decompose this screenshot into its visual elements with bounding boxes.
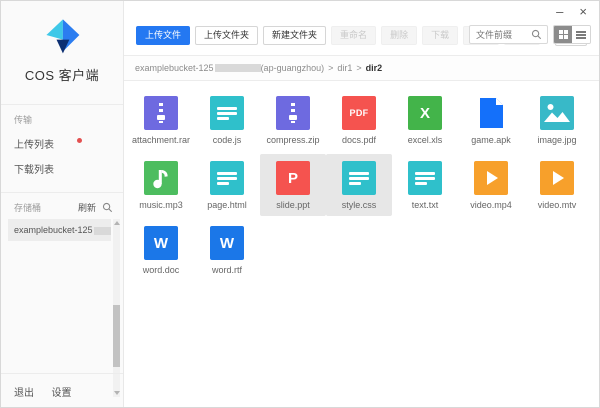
sidebar-footer: 退出 设置 [1, 373, 123, 407]
upload-activity-badge [77, 138, 82, 143]
word-w-icon: W [144, 226, 178, 260]
file-tile-word.doc[interactable]: Wword.doc [128, 219, 194, 281]
file-tile-text.txt[interactable]: text.txt [392, 154, 458, 216]
play-icon [540, 161, 574, 195]
grid-view-icon [559, 30, 568, 39]
file-name: style.css [342, 200, 377, 210]
file-tile-music.mp3[interactable]: music.mp3 [128, 154, 194, 216]
scroll-up-icon[interactable] [114, 221, 120, 225]
transfer-section-label: 传输 [1, 105, 123, 126]
list-view-button[interactable] [572, 26, 590, 43]
view-mode-toggle [553, 25, 591, 44]
document-fold-icon [474, 96, 508, 130]
file-name: excel.xls [408, 135, 443, 145]
file-tile-attachment.rar[interactable]: attachment.rar [128, 89, 194, 151]
search-input[interactable] [470, 30, 529, 40]
zipper-archive-icon [276, 96, 310, 130]
toolbar-button-delete[interactable]: 删除 [381, 26, 417, 45]
file-name: word.doc [143, 265, 180, 275]
app-title: COS 客户端 [1, 65, 123, 84]
music-note-icon [144, 161, 178, 195]
redacted-text [94, 227, 111, 235]
text-lines-icon [342, 161, 376, 195]
upload-list-label: 上传列表 [14, 140, 54, 151]
redacted-text [215, 64, 261, 72]
sidebar: COS 客户端 传输 上传列表 下载列表 存储桶 刷新 examplebucke… [1, 1, 124, 407]
breadcrumb-dir-dir1[interactable]: dir1 [337, 63, 352, 73]
file-name: game.apk [471, 135, 511, 145]
file-name: attachment.rar [132, 135, 190, 145]
file-tile-excel.xls[interactable]: Xexcel.xls [392, 89, 458, 151]
download-list-label: 下载列表 [14, 165, 54, 176]
cos-logo-icon [40, 12, 84, 58]
file-tile-slide.ppt[interactable]: Pslide.ppt [260, 154, 326, 216]
file-tile-video.mp4[interactable]: video.mp4 [458, 154, 524, 216]
file-name: video.mp4 [470, 200, 512, 210]
breadcrumb: examplebucket-125 (ap-guangzhou) > dir1 > d… [124, 55, 599, 81]
play-icon [474, 161, 508, 195]
file-name: slide.ppt [276, 200, 310, 210]
photo-icon [540, 96, 574, 130]
file-grid: attachment.rar code.js compress.zip PDF docs… [128, 89, 596, 284]
toolbar-button-download[interactable]: 下载 [422, 26, 458, 45]
file-name: page.html [207, 200, 247, 210]
file-tile-compress.zip[interactable]: compress.zip [260, 89, 326, 151]
ppt-p-icon: P [276, 161, 310, 195]
file-tile-video.mtv[interactable]: video.mtv [524, 154, 590, 216]
file-name: word.rtf [212, 265, 242, 275]
exit-button[interactable]: 退出 [14, 388, 34, 399]
word-w-icon: W [210, 226, 244, 260]
settings-button[interactable]: 设置 [51, 388, 71, 399]
minimize-button[interactable]: – [556, 4, 563, 20]
file-tile-image.jpg[interactable]: image.jpg [524, 89, 590, 151]
file-name: music.mp3 [139, 200, 183, 210]
breadcrumb-region: (ap-guangzhou) [261, 63, 325, 73]
breadcrumb-bucket[interactable]: examplebucket-125 [135, 63, 214, 73]
breadcrumb-separator: > [328, 63, 333, 73]
file-name: docs.pdf [342, 135, 376, 145]
bucket-list: examplebucket-125 [1, 219, 123, 397]
file-name: image.jpg [537, 135, 576, 145]
sidebar-item-download-list[interactable]: 下载列表 [1, 151, 123, 176]
toolbar-button-rename[interactable]: 重命名 [331, 26, 376, 45]
cos-client-window: COS 客户端 传输 上传列表 下载列表 存储桶 刷新 examplebucke… [0, 0, 600, 408]
bucket-refresh-button[interactable]: 刷新 [78, 201, 96, 214]
breadcrumb-dir-dir2: dir2 [366, 63, 383, 73]
file-tile-word.rtf[interactable]: Wword.rtf [194, 219, 260, 281]
bucket-item[interactable]: examplebucket-125 [8, 219, 111, 241]
toolbar-button-new-folder[interactable]: 新建文件夹 [263, 26, 326, 45]
excel-x-icon: X [408, 96, 442, 130]
file-name: code.js [213, 135, 242, 145]
breadcrumb-separator: > [356, 63, 361, 73]
file-name: text.txt [412, 200, 439, 210]
list-view-icon [576, 31, 586, 39]
grid-view-button[interactable] [554, 26, 572, 43]
bucket-scrollbar-thumb[interactable] [113, 305, 120, 367]
file-prefix-search [469, 25, 548, 44]
file-name: video.mtv [538, 200, 577, 210]
file-tile-docs.pdf[interactable]: PDF docs.pdf [326, 89, 392, 151]
toolbar-button-upload-file[interactable]: 上传文件 [136, 26, 190, 45]
file-tile-page.html[interactable]: page.html [194, 154, 260, 216]
file-tile-game.apk[interactable]: game.apk [458, 89, 524, 151]
text-lines-icon [408, 161, 442, 195]
toolbar-button-upload-folder[interactable]: 上传文件夹 [195, 26, 258, 45]
search-icon[interactable] [531, 29, 542, 40]
file-tile-code.js[interactable]: code.js [194, 89, 260, 151]
text-lines-icon [210, 96, 244, 130]
sidebar-item-upload-list[interactable]: 上传列表 [1, 126, 123, 151]
pdf-icon: PDF [342, 96, 376, 130]
zipper-archive-icon [144, 96, 178, 130]
file-tile-style.css[interactable]: style.css [326, 154, 392, 216]
text-lines-icon [210, 161, 244, 195]
bucket-search-icon[interactable] [102, 202, 113, 213]
close-button[interactable]: × [579, 4, 587, 20]
bucket-section-label: 存储桶 [14, 201, 41, 214]
file-name: compress.zip [266, 135, 319, 145]
